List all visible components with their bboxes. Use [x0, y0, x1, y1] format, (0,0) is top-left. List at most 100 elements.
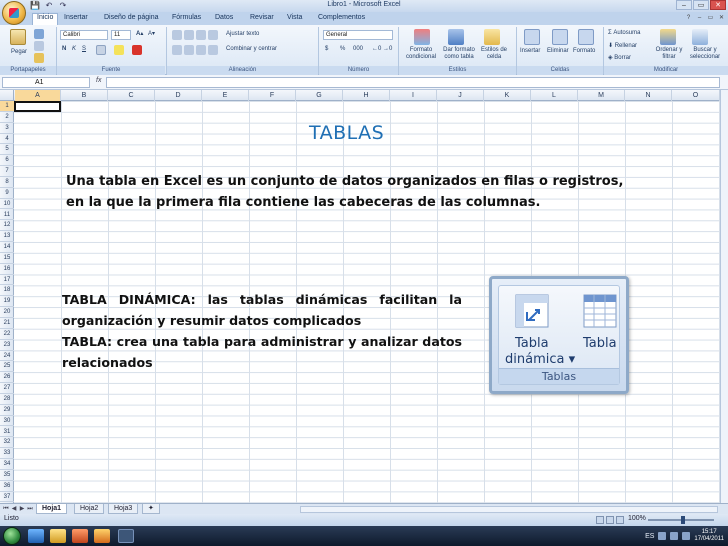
row-header[interactable]: 3 [0, 123, 14, 134]
column-header[interactable]: K [484, 90, 531, 101]
column-header[interactable]: J [437, 90, 484, 101]
row-header[interactable]: 18 [0, 285, 14, 297]
format-painter-icon[interactable] [34, 53, 44, 63]
language-indicator[interactable]: ES [645, 533, 654, 540]
powerpoint-icon[interactable] [94, 529, 110, 543]
zoom-level[interactable]: 100% [628, 515, 646, 522]
merge-center-button[interactable]: Combinar y centrar [226, 46, 277, 52]
column-header[interactable]: G [296, 90, 343, 101]
minimize-button[interactable]: – [676, 0, 692, 10]
row-header[interactable]: 31 [0, 427, 14, 438]
insert-cells-icon[interactable] [524, 29, 540, 45]
percent-button[interactable]: % [340, 46, 345, 52]
row-header[interactable]: 2 [0, 112, 14, 123]
explorer-icon[interactable] [50, 529, 66, 543]
row-header[interactable]: 23 [0, 340, 14, 351]
column-header[interactable]: N [625, 90, 672, 101]
borders-icon[interactable] [96, 45, 106, 55]
row-header[interactable]: 20 [0, 307, 14, 318]
shrink-font-icon[interactable]: A▾ [148, 30, 155, 37]
tab-datos[interactable]: Datos [215, 14, 233, 21]
name-box[interactable]: A1 [2, 77, 90, 88]
prev-sheet-icon[interactable]: ◀ [10, 505, 18, 514]
conditional-format-icon[interactable] [414, 29, 430, 45]
find-select-button[interactable]: Buscar y seleccionar [684, 47, 726, 61]
row-header[interactable]: 11 [0, 210, 14, 221]
row-header[interactable]: 1 [0, 101, 14, 112]
column-header[interactable]: O [672, 90, 720, 101]
minimize-workbook-button[interactable]: – [695, 14, 704, 23]
decimal-buttons[interactable]: ←0 →0 [372, 46, 392, 52]
grow-font-icon[interactable]: A▴ [136, 30, 143, 37]
conditional-format-button[interactable]: Formato condicional [403, 47, 439, 61]
row-header[interactable]: 9 [0, 188, 14, 199]
row-header[interactable]: 24 [0, 351, 14, 362]
insert-cells-button[interactable]: Insertar [520, 48, 540, 54]
tab-inicio[interactable]: Inicio [32, 13, 59, 25]
row-header[interactable]: 16 [0, 264, 14, 275]
thousands-button[interactable]: 000 [353, 46, 363, 52]
copy-icon[interactable] [34, 41, 44, 51]
sheet-tab-hoja2[interactable]: Hoja2 [74, 504, 105, 514]
clock[interactable]: 15:17 17/04/2011 [694, 529, 724, 543]
row-header[interactable]: 26 [0, 372, 14, 384]
indent-icon[interactable] [208, 45, 218, 55]
page-break-view-icon[interactable] [616, 516, 624, 524]
tab-diseno-pagina[interactable]: Diseño de página [104, 14, 159, 21]
fill-button[interactable]: ⬇ Rellenar [608, 42, 637, 49]
paste-label[interactable]: Pegar [11, 49, 27, 55]
tab-vista[interactable]: Vista [287, 14, 302, 21]
network-icon[interactable] [670, 532, 679, 540]
row-header[interactable]: 17 [0, 275, 14, 286]
media-icon[interactable] [72, 529, 88, 543]
autosum-button[interactable]: Σ Autosuma [608, 30, 640, 36]
first-sheet-icon[interactable]: ⏮ [2, 505, 10, 514]
wrap-text-button[interactable]: Ajustar texto [226, 31, 259, 37]
align-bottom-icon[interactable] [196, 30, 206, 40]
underline-button[interactable]: S [82, 46, 86, 52]
font-name-select[interactable]: Calibri [60, 30, 108, 40]
row-header[interactable]: 33 [0, 448, 14, 460]
column-header[interactable]: M [578, 90, 625, 101]
sort-filter-icon[interactable] [660, 29, 676, 45]
next-sheet-icon[interactable]: ▶ [18, 505, 26, 514]
tray-arrow-icon[interactable] [658, 532, 667, 540]
active-cell-a1[interactable] [14, 101, 61, 112]
column-header[interactable]: E [202, 90, 249, 101]
row-header[interactable]: 25 [0, 361, 14, 373]
number-format-select[interactable]: General [323, 30, 393, 40]
row-header[interactable]: 27 [0, 383, 14, 394]
clear-button[interactable]: ◈ Borrar [608, 54, 631, 61]
row-header[interactable]: 12 [0, 220, 14, 232]
row-header[interactable]: 35 [0, 470, 14, 481]
column-header[interactable]: I [390, 90, 437, 101]
column-header[interactable]: C [108, 90, 155, 101]
delete-cells-icon[interactable] [552, 29, 568, 45]
select-all-corner[interactable] [0, 90, 14, 101]
bold-button[interactable]: N [62, 46, 66, 52]
fill-color-icon[interactable] [114, 45, 124, 55]
format-cells-button[interactable]: Formato [573, 48, 595, 54]
row-header[interactable]: 13 [0, 231, 14, 243]
column-header[interactable]: B [61, 90, 108, 101]
align-left-icon[interactable] [172, 45, 182, 55]
row-header[interactable]: 15 [0, 253, 14, 264]
column-header[interactable]: F [249, 90, 296, 101]
cut-icon[interactable] [34, 29, 44, 39]
cell-styles-button[interactable]: Estilos de celda [478, 47, 510, 61]
cell-styles-icon[interactable] [484, 29, 500, 45]
format-cells-icon[interactable] [578, 29, 594, 45]
formula-input[interactable] [106, 77, 720, 88]
volume-icon[interactable] [682, 532, 691, 540]
column-header[interactable]: H [343, 90, 390, 101]
column-header[interactable]: A [15, 90, 61, 101]
row-header[interactable]: 29 [0, 405, 14, 416]
ie-icon[interactable] [28, 529, 44, 543]
sheet-tab-hoja1[interactable]: Hoja1 [36, 504, 68, 514]
row-header[interactable]: 36 [0, 481, 14, 492]
format-as-table-button[interactable]: Dar formato como tabla [442, 47, 476, 61]
row-header[interactable]: 30 [0, 416, 14, 427]
align-right-icon[interactable] [196, 45, 206, 55]
paste-icon[interactable] [10, 29, 26, 45]
italic-button[interactable]: K [72, 46, 76, 52]
